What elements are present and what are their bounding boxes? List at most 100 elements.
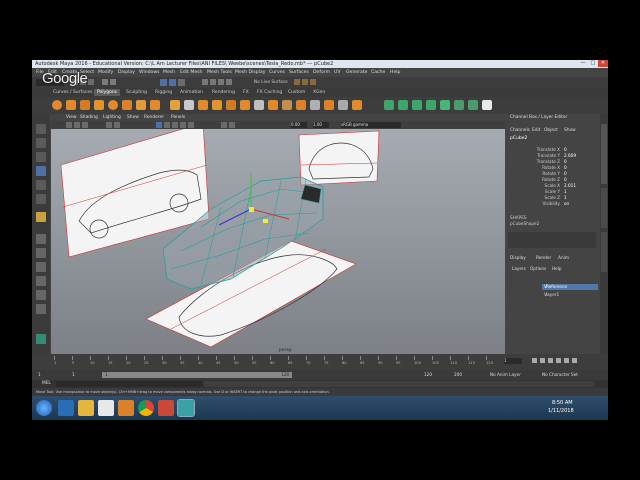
tab-fx-caching[interactable]: FX Caching <box>254 89 285 96</box>
bevel-icon[interactable] <box>282 100 292 110</box>
boolean-icon[interactable] <box>226 100 236 110</box>
range-bar[interactable]: 1 120 <box>102 372 292 378</box>
maya-taskbar-icon[interactable] <box>177 399 195 417</box>
menu-curves[interactable]: Curves <box>269 70 285 75</box>
menu-help[interactable]: Help <box>390 70 400 75</box>
live-surface-label[interactable]: No Live Surface <box>254 80 288 85</box>
snap-curve-icon[interactable] <box>210 79 216 85</box>
step-back-icon[interactable] <box>540 358 545 363</box>
extract-icon[interactable] <box>198 100 208 110</box>
isolate-select-icon[interactable] <box>229 122 235 128</box>
maximize-button[interactable]: □ <box>588 60 598 67</box>
planar-uv-icon[interactable] <box>384 100 394 110</box>
poly-disc-icon[interactable] <box>136 100 146 110</box>
side-by-side-layout-icon[interactable] <box>36 262 46 272</box>
vp-menu-shading[interactable]: Shading <box>80 115 98 120</box>
options-menu[interactable]: Options <box>530 266 546 271</box>
start-button-icon[interactable] <box>36 400 52 416</box>
redo-icon[interactable] <box>110 79 116 85</box>
tab-channel-box-layer-editor[interactable] <box>601 124 607 184</box>
playback-end-field[interactable]: 120 <box>424 372 432 377</box>
persp-graph-layout-icon[interactable] <box>36 276 46 286</box>
menu-surfaces[interactable]: Surfaces <box>289 70 309 75</box>
select-by-hierarchy-icon[interactable] <box>160 79 167 86</box>
tab-xgen[interactable]: XGen <box>310 89 328 96</box>
vp-menu-show[interactable]: Show <box>127 115 139 120</box>
platonic-solid-icon[interactable] <box>150 100 160 110</box>
gamma-field[interactable]: 1.00 <box>313 122 329 128</box>
layer-row-reference[interactable]: Reference <box>542 284 598 290</box>
menu-generate[interactable]: Generate <box>346 70 367 75</box>
go-to-start-icon[interactable] <box>532 358 537 363</box>
xray-icon[interactable] <box>221 122 227 128</box>
clock-date[interactable]: 1/11/2018 <box>548 408 574 414</box>
mirror-icon[interactable] <box>240 100 250 110</box>
character-set-select[interactable]: No Character Set <box>542 372 578 377</box>
ipr-render-icon[interactable] <box>302 79 308 85</box>
exposure-field[interactable]: 0.00 <box>291 122 307 128</box>
shape-node-name[interactable]: pCubeShape2 <box>510 221 539 226</box>
textured-icon[interactable] <box>172 122 178 128</box>
chrome-icon[interactable] <box>138 400 154 416</box>
four-view-layout-icon[interactable] <box>36 248 46 258</box>
bridge-icon[interactable] <box>268 100 278 110</box>
smooth-shade-icon[interactable] <box>164 122 170 128</box>
tab-polygons[interactable]: Polygons <box>94 89 121 96</box>
select-tool-icon[interactable] <box>36 124 46 134</box>
grid-icon[interactable] <box>106 122 112 128</box>
wireframe-icon[interactable] <box>156 122 162 128</box>
anim-layers-tab[interactable]: Anim <box>558 256 569 261</box>
tab-sculpting[interactable]: Sculpting <box>123 89 150 96</box>
step-forward-icon[interactable] <box>564 358 569 363</box>
scale-tool-icon[interactable] <box>36 194 46 204</box>
command-input[interactable] <box>56 381 202 387</box>
fill-hole-icon[interactable] <box>296 100 306 110</box>
film-gate-icon[interactable] <box>114 122 120 128</box>
object-tab[interactable]: Object <box>544 128 558 133</box>
tab-rendering[interactable]: Rendering <box>209 89 238 96</box>
poly-cylinder-icon[interactable] <box>80 100 90 110</box>
scene-3d-view[interactable]: persp <box>51 129 505 354</box>
end-time-field[interactable]: 200 <box>454 372 462 377</box>
camera-attributes-icon[interactable] <box>74 122 80 128</box>
window-titlebar[interactable]: Autodesk Maya 2016 - Educational Version… <box>32 60 608 68</box>
go-to-end-icon[interactable] <box>572 358 577 363</box>
select-by-object-icon[interactable] <box>169 79 176 86</box>
select-by-component-icon[interactable] <box>178 79 185 86</box>
render-settings-icon[interactable] <box>310 79 316 85</box>
visibility-toggle-reference[interactable]: V <box>544 284 547 289</box>
poly-sphere-icon[interactable] <box>52 100 62 110</box>
ie-browser-icon[interactable] <box>58 400 74 416</box>
channels-tab[interactable]: Channels <box>510 128 530 133</box>
menu-deform[interactable]: Deform <box>313 70 330 75</box>
vp-menu-view[interactable]: View <box>66 115 76 120</box>
current-frame-field[interactable]: 1 <box>504 358 522 364</box>
spherical-uv-icon[interactable] <box>412 100 422 110</box>
menu-cache[interactable]: Cache <box>371 70 385 75</box>
vp-menu-lighting[interactable]: Lighting <box>103 115 121 120</box>
anim-layer-select[interactable]: No Anim Layer <box>490 372 521 377</box>
unfold-uv-icon[interactable] <box>482 100 492 110</box>
menu-mesh[interactable]: Mesh <box>163 70 175 75</box>
play-forward-icon[interactable] <box>556 358 561 363</box>
rotate-tool-icon[interactable] <box>36 180 46 190</box>
tab-custom[interactable]: Custom <box>285 89 308 96</box>
render-current-icon[interactable] <box>294 79 300 85</box>
append-icon[interactable] <box>310 100 320 110</box>
poly-torus-icon[interactable] <box>108 100 118 110</box>
bookmarks-icon[interactable] <box>82 122 88 128</box>
insert-edge-loop-icon[interactable] <box>324 100 334 110</box>
edit-tab[interactable]: Edit <box>532 128 540 133</box>
display-layers-tab[interactable]: Display <box>510 256 526 261</box>
menu-mesh-display[interactable]: Mesh Display <box>235 70 266 75</box>
manipulator-plane-handle[interactable] <box>263 219 268 223</box>
persp-outliner-layout-icon[interactable] <box>36 290 46 300</box>
mel-label[interactable]: MEL <box>42 381 51 386</box>
tab-attribute-editor[interactable] <box>601 188 607 228</box>
clock-time[interactable]: 8:50 AM <box>552 400 573 406</box>
play-backward-icon[interactable] <box>548 358 553 363</box>
vp-menu-renderer[interactable]: Renderer <box>144 115 164 120</box>
vp-menu-panels[interactable]: Panels <box>171 115 185 120</box>
paint-select-tool-icon[interactable] <box>36 152 46 162</box>
menu-uv[interactable]: UV <box>334 70 341 75</box>
